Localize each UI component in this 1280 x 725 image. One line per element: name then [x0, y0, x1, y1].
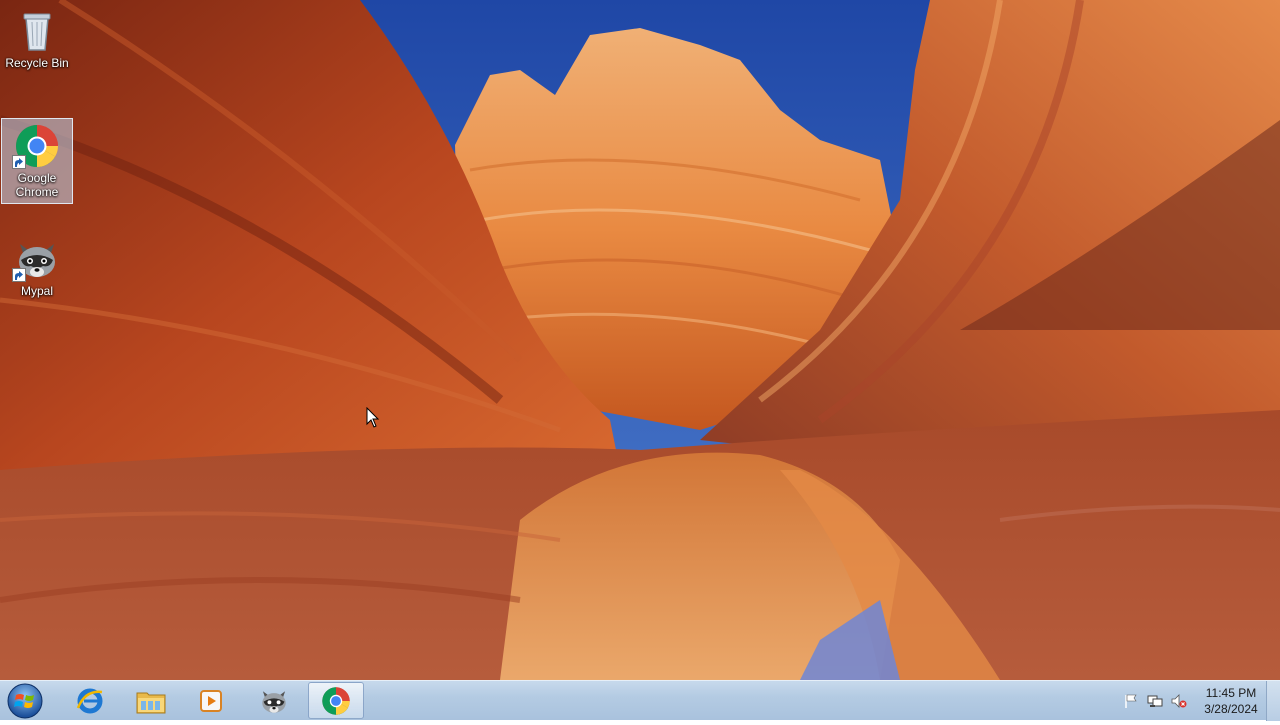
- network-icon[interactable]: [1147, 693, 1163, 709]
- desktop-icon-recycle-bin[interactable]: Recycle Bin: [1, 4, 73, 76]
- mypal-raccoon-icon: [262, 690, 286, 713]
- desktop-icon-label: Recycle Bin: [5, 56, 69, 70]
- media-player-icon: [200, 689, 222, 712]
- clock-time: 11:45 PM: [1205, 686, 1257, 700]
- show-desktop-button[interactable]: [1266, 681, 1280, 721]
- desktop-icon-label: Google Chrome: [15, 171, 59, 199]
- clock-date: 3/28/2024: [1204, 702, 1258, 716]
- desktop[interactable]: Recycle Bin Google Chrome Mypal: [0, 0, 1280, 680]
- volume-muted-icon[interactable]: [1171, 693, 1187, 709]
- start-button[interactable]: [5, 682, 45, 720]
- taskbar-button-file-explorer[interactable]: [123, 682, 179, 719]
- file-explorer-icon: [136, 692, 166, 713]
- taskbar-button-media-player[interactable]: [183, 682, 239, 719]
- mypal-raccoon-icon: [12, 236, 60, 282]
- chrome-icon: [322, 686, 350, 715]
- mouse-cursor-icon: [366, 407, 380, 428]
- action-center-flag-icon[interactable]: [1123, 693, 1139, 709]
- shortcut-arrow-icon: [12, 155, 26, 169]
- internet-explorer-icon: [76, 688, 103, 713]
- desktop-icon-google-chrome[interactable]: Google Chrome: [1, 118, 73, 204]
- clock[interactable]: 11:45 PM 3/28/2024: [1200, 685, 1262, 717]
- shortcut-arrow-icon: [12, 268, 26, 282]
- desktop-icon-mypal[interactable]: Mypal: [1, 232, 73, 304]
- desktop-icon-label: Mypal: [20, 284, 53, 298]
- taskbar-button-chrome[interactable]: [308, 682, 364, 719]
- taskbar: 11:45 PM 3/28/2024: [0, 680, 1280, 721]
- taskbar-button-mypal[interactable]: [246, 682, 302, 719]
- recycle-bin-icon: [14, 8, 60, 54]
- windows-logo-icon: [7, 683, 43, 719]
- chrome-icon: [12, 123, 60, 169]
- taskbar-button-internet-explorer[interactable]: [62, 682, 118, 719]
- wallpaper-canyon: [0, 0, 1280, 680]
